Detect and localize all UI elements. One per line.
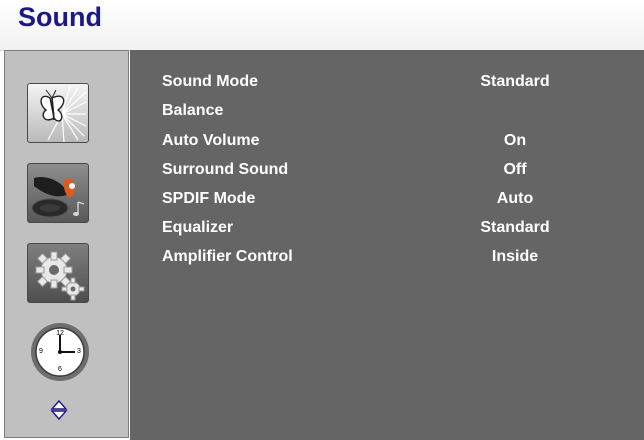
menu-row-value: On — [503, 132, 527, 149]
menu-row-label: Balance — [162, 102, 224, 119]
clock-number-12: 12 — [56, 330, 64, 337]
updown-arrow-icon[interactable] — [50, 399, 68, 421]
menu-row-value: Inside — [491, 248, 539, 265]
menu-row-balance[interactable]: Balance — [130, 102, 644, 124]
menu-row-label: Surround Sound — [162, 161, 289, 178]
menu-panel: Sound Mode Standard Balance Auto Volume … — [130, 50, 644, 440]
gears-icon — [35, 251, 85, 301]
sidebar: 12 3 6 9 — [4, 50, 129, 438]
sidebar-item-sound[interactable] — [27, 163, 89, 223]
menu-row-label: Auto Volume — [162, 132, 260, 149]
sidebar-item-time[interactable]: 12 3 6 9 — [29, 321, 91, 383]
menu-row-value: Off — [503, 161, 527, 178]
menu-row-spdif-mode[interactable]: SPDIF Mode Auto — [130, 190, 644, 212]
menu-row-sound-mode[interactable]: Sound Mode Standard — [130, 73, 644, 95]
header-bar: Sound — [0, 0, 644, 51]
menu-row-amplifier-control[interactable]: Amplifier Control Inside — [130, 248, 644, 270]
sidebar-item-setup[interactable] — [27, 243, 89, 303]
menu-row-value: Auto — [496, 190, 534, 207]
page-title: Sound — [18, 2, 102, 32]
menu-row-value: Standard — [480, 73, 550, 90]
menu-row-label: Amplifier Control — [162, 248, 293, 265]
menu-row-auto-volume[interactable]: Auto Volume On — [130, 132, 644, 154]
menu-row-label: Sound Mode — [162, 73, 258, 90]
menu-row-equalizer[interactable]: Equalizer Standard — [130, 219, 644, 241]
sidebar-item-picture[interactable] — [27, 83, 89, 143]
menu-row-label: Equalizer — [162, 219, 234, 236]
clock-number-3: 3 — [77, 348, 81, 355]
menu-row-label: SPDIF Mode — [162, 190, 256, 207]
butterfly-icon — [40, 85, 87, 142]
clock-number-9: 9 — [39, 348, 43, 355]
sound-icon — [31, 176, 85, 218]
menu-row-value: Standard — [480, 219, 550, 236]
menu-row-surround-sound[interactable]: Surround Sound Off — [130, 161, 644, 183]
clock-number-6: 6 — [58, 366, 62, 373]
